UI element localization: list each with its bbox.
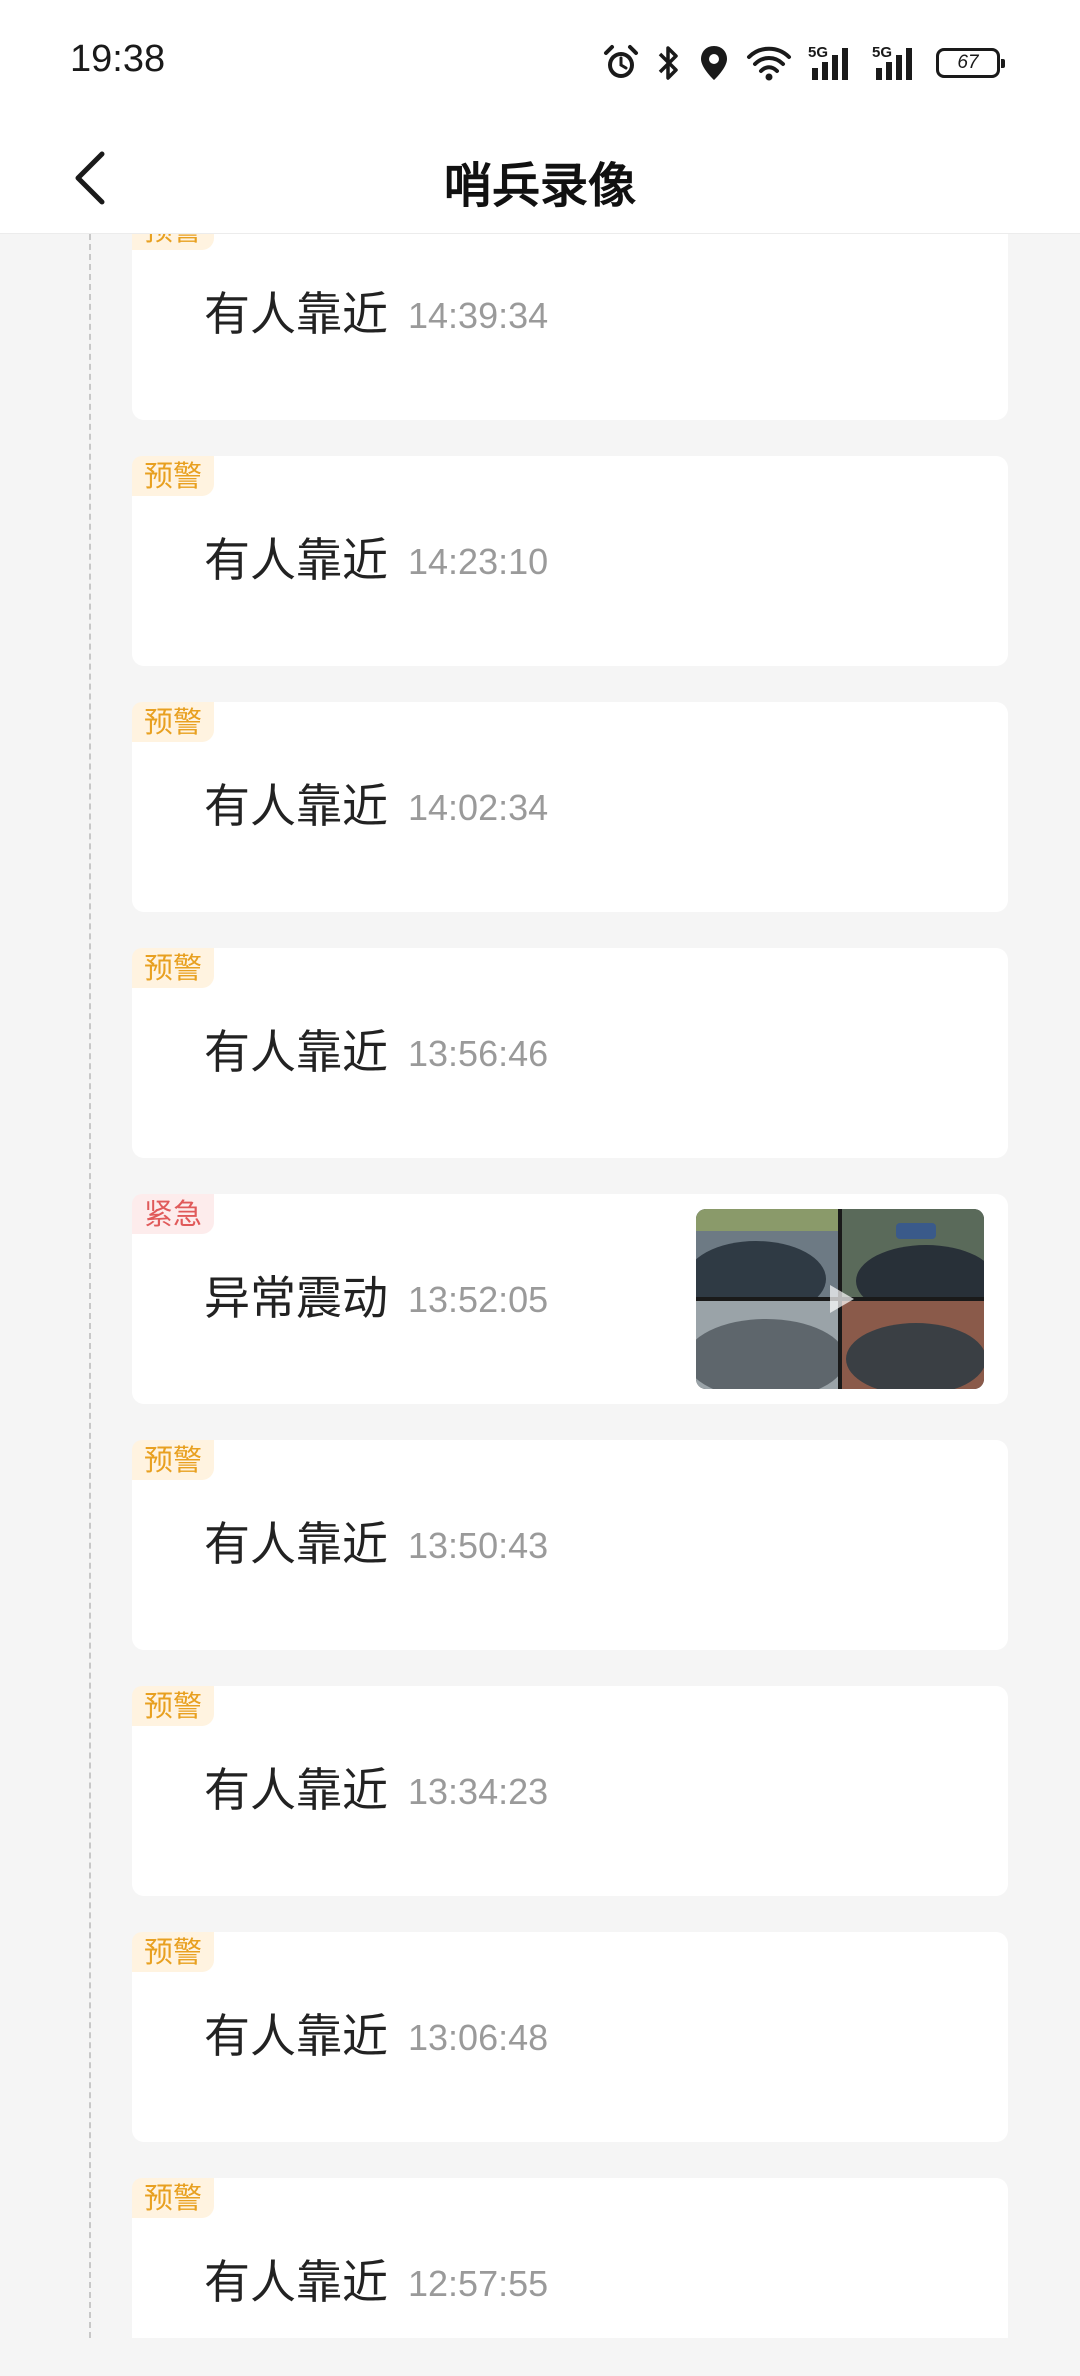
- event-title: 有人靠近: [204, 1763, 388, 1817]
- status-icons: 5G 5G 67: [602, 40, 1005, 86]
- event-card[interactable]: 预警有人靠近 14:02:34: [132, 702, 1008, 912]
- event-time: 12:57:55: [408, 2263, 549, 2304]
- battery-level: 67: [957, 52, 979, 73]
- warning-tag: 预警: [132, 2178, 215, 2218]
- event-list[interactable]: 预警有人靠近14:39:34预警有人靠近14:23:10预警有人靠近14:02:…: [0, 234, 1080, 2338]
- event-time: 13:06:48: [408, 2017, 549, 2058]
- bluetooth-icon: [656, 44, 682, 82]
- location-icon: [698, 44, 730, 82]
- event-time: 14:02:34: [408, 787, 549, 828]
- event-card[interactable]: 预警有人靠近 13:06:48: [132, 1932, 1008, 2142]
- battery-icon: 67: [936, 48, 1005, 78]
- event-time: 13:50:43: [408, 1525, 549, 1566]
- warning-tag: 预警: [132, 948, 215, 988]
- warning-tag: 预警: [132, 456, 215, 496]
- event-time: 13:52:05: [408, 1279, 549, 1320]
- signal-icon: 5G: [808, 44, 856, 82]
- event-card[interactable]: 预警有人靠近 12:57:55: [132, 2178, 1008, 2338]
- event-time: 13:56:46: [408, 1033, 549, 1074]
- warning-tag: 预警: [132, 1686, 215, 1726]
- event-card[interactable]: 预警有人靠近 14:39:34: [132, 234, 1008, 420]
- event-card[interactable]: 预警有人靠近 13:34:23: [132, 1686, 1008, 1896]
- nav-bar: 哨兵录像: [0, 120, 1080, 234]
- event-title: 有人靠近: [204, 533, 388, 587]
- event-time: 14:23:10: [408, 541, 549, 582]
- warning-tag: 预警: [132, 234, 215, 250]
- page-title: 哨兵录像: [443, 158, 636, 214]
- event-title: 有人靠近: [204, 287, 388, 341]
- event-title: 有人靠近: [204, 779, 388, 833]
- alarm-icon: [602, 44, 640, 82]
- warning-tag: 预警: [132, 1440, 215, 1480]
- event-title: 有人靠近: [204, 2255, 388, 2309]
- event-card[interactable]: 紧急异常震动 13:52:05: [132, 1194, 1008, 1404]
- event-time: 13:34:23: [408, 1771, 549, 1812]
- event-card[interactable]: 预警有人靠近 14:23:10: [132, 456, 1008, 666]
- wifi-icon: [746, 44, 792, 82]
- warning-tag: 预警: [132, 702, 215, 742]
- event-card[interactable]: 预警有人靠近 13:50:43: [132, 1440, 1008, 1650]
- event-title: 有人靠近: [204, 1517, 388, 1571]
- event-title: 有人靠近: [204, 2009, 388, 2063]
- event-time: 14:39:34: [408, 295, 549, 336]
- video-thumbnail[interactable]: [696, 1209, 984, 1389]
- signal-icon: 5G: [872, 44, 920, 82]
- event-title: 有人靠近: [204, 1025, 388, 1079]
- event-title: 异常震动: [204, 1271, 388, 1325]
- status-time: 19:38: [70, 38, 166, 80]
- warning-tag: 预警: [132, 1932, 215, 1972]
- event-card[interactable]: 预警有人靠近 13:56:46: [132, 948, 1008, 1158]
- urgent-tag: 紧急: [132, 1194, 215, 1234]
- status-bar: 19:38 5G 5G 67: [0, 0, 1080, 120]
